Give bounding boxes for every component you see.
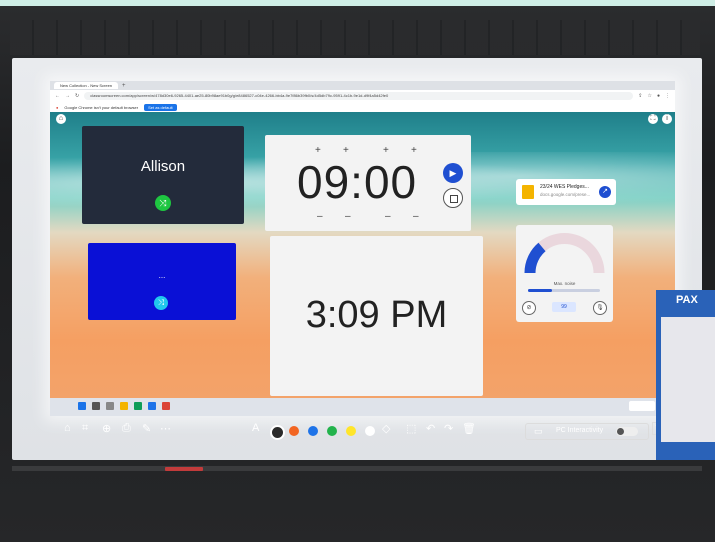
more-icon[interactable]: ⋯ (160, 422, 171, 435)
color-swatch-orange[interactable] (289, 426, 299, 436)
timer-widget: + + + + 09:00 – – – – ▶ (265, 135, 471, 231)
marker-ledge (12, 466, 702, 471)
edge-icon[interactable] (134, 402, 142, 410)
sound-level-widget: Max. noise ⊘ 99 🎙 (516, 225, 613, 322)
eraser-icon[interactable]: ◇ (382, 422, 390, 435)
new-tab-icon[interactable]: + (122, 83, 126, 89)
color-swatch-green[interactable] (327, 426, 337, 436)
windows-start-icon[interactable] (78, 402, 86, 410)
clock-time: 3:09 PM (305, 294, 448, 336)
decrease-minutes-ones[interactable]: – (345, 211, 351, 222)
camera-icon[interactable]: ⎙ (122, 422, 131, 435)
forward-icon[interactable]: → (65, 93, 70, 99)
slider-fill (528, 289, 552, 292)
color-swatch-black[interactable] (270, 425, 285, 440)
undo-icon[interactable]: ↶ (426, 422, 435, 435)
zoom-icon[interactable]: ⊕ (102, 422, 111, 435)
url-input[interactable]: classroomscreen.com/app/screen/w/478d30e… (84, 92, 634, 100)
name-picker-card[interactable]: Allison ⤨ (82, 126, 244, 224)
poster-title: PAX (676, 294, 698, 306)
picked-name: Allison (140, 158, 186, 175)
profile-icon[interactable]: ● (657, 93, 660, 99)
max-noise-slider[interactable] (528, 289, 600, 292)
color-swatch-white[interactable] (365, 426, 375, 436)
trash-icon[interactable]: 🗑 (462, 422, 476, 435)
select-icon[interactable]: ⬚ (406, 422, 416, 435)
poster-content (661, 317, 715, 442)
chrome-taskbar-icon[interactable] (162, 402, 170, 410)
crop-icon[interactable]: ⌗ (82, 422, 88, 435)
projected-screen: New Collection - New Screen + ← → ↻ clas… (50, 81, 675, 416)
set-default-button[interactable]: Set as default (144, 103, 177, 111)
redo-icon[interactable]: ↷ (444, 422, 453, 435)
windows-taskbar (50, 398, 675, 416)
home-icon[interactable]: ⌂ (64, 422, 71, 434)
play-icon[interactable]: ▶ (443, 163, 463, 183)
text-tool[interactable]: A (252, 422, 259, 434)
ceiling-tiles (10, 20, 700, 55)
mute-icon[interactable]: ⊘ (522, 301, 536, 315)
annotate-icon[interactable]: ✎ (142, 422, 151, 435)
color-swatch-yellow[interactable] (346, 426, 356, 436)
pc-interactivity-toggle[interactable] (616, 427, 638, 436)
shuffle-icon[interactable]: ⤨ (154, 296, 168, 310)
pc-interactivity-label: PC Interactivity (556, 427, 604, 434)
max-noise-label: Max. noise (553, 281, 576, 286)
reload-icon[interactable]: ↻ (75, 93, 79, 99)
shuffle-icon[interactable]: ⤨ (155, 195, 171, 211)
menu-icon[interactable]: ⋮ (665, 93, 670, 99)
doc-title: 23/24 WES Pledges... (540, 184, 589, 190)
decrease-seconds-tens[interactable]: – (385, 211, 391, 222)
task-view-icon[interactable] (106, 402, 114, 410)
google-slides-icon (522, 185, 534, 199)
home-icon[interactable]: ⌂ (56, 114, 66, 124)
share-icon[interactable]: ⇪ (638, 93, 642, 99)
red-marker (165, 467, 203, 471)
noise-gauge (524, 233, 605, 274)
doc-source: docs.google.com/prese... (540, 192, 591, 197)
clock-widget: 3:09 PM (270, 236, 483, 396)
browser-tab-strip: New Collection - New Screen + (50, 81, 675, 90)
wall-poster: PAX (656, 290, 715, 460)
monitor-icon: ▭ (534, 426, 543, 436)
decrease-minutes-tens[interactable]: – (317, 211, 323, 222)
file-explorer-icon[interactable] (120, 402, 128, 410)
decrease-seconds-ones[interactable]: – (413, 211, 419, 222)
google-slides-link-card[interactable]: 23/24 WES Pledges... docs.google.com/pre… (516, 179, 616, 205)
back-icon[interactable]: ← (55, 93, 60, 99)
stop-icon[interactable] (443, 188, 463, 208)
group-maker-card[interactable]: ... ⤨ (88, 243, 236, 320)
mail-icon[interactable] (148, 402, 156, 410)
group-card-text: ... (158, 271, 166, 280)
search-icon[interactable] (92, 402, 100, 410)
system-tray (629, 401, 655, 411)
noise-count-badge: 99 (552, 302, 576, 312)
whiteboard-toolbar: ⌂ ⌗ ⊕ ⎙ ✎ ⋯ A ◇ ⬚ ↶ ↷ 🗑 ▭ PC Interactivi… (60, 420, 670, 444)
fullscreen-icon[interactable]: ⛶ (648, 114, 658, 124)
open-link-icon[interactable]: ↗ (599, 186, 611, 198)
chrome-icon: ● (56, 104, 59, 110)
microphone-icon[interactable]: 🎙 (593, 301, 607, 315)
info-icon[interactable]: i (662, 114, 672, 124)
pc-interactivity-control[interactable]: ▭ PC Interactivity (525, 423, 649, 440)
color-swatch-blue[interactable] (308, 426, 318, 436)
bookmark-star-icon[interactable]: ☆ (647, 93, 651, 99)
classroomscreen-app: ⌂ ⛶ i Allison ⤨ ... ⤨ + + + + 09:00 – – … (50, 112, 675, 398)
timer-display[interactable]: 09:00 (297, 155, 417, 209)
browser-tab[interactable]: New Collection - New Screen (54, 82, 119, 89)
address-bar-row: ← → ↻ classroomscreen.com/app/screen/w/4… (50, 90, 675, 102)
default-browser-message: Google Chrome isn't your default browser (64, 104, 139, 110)
